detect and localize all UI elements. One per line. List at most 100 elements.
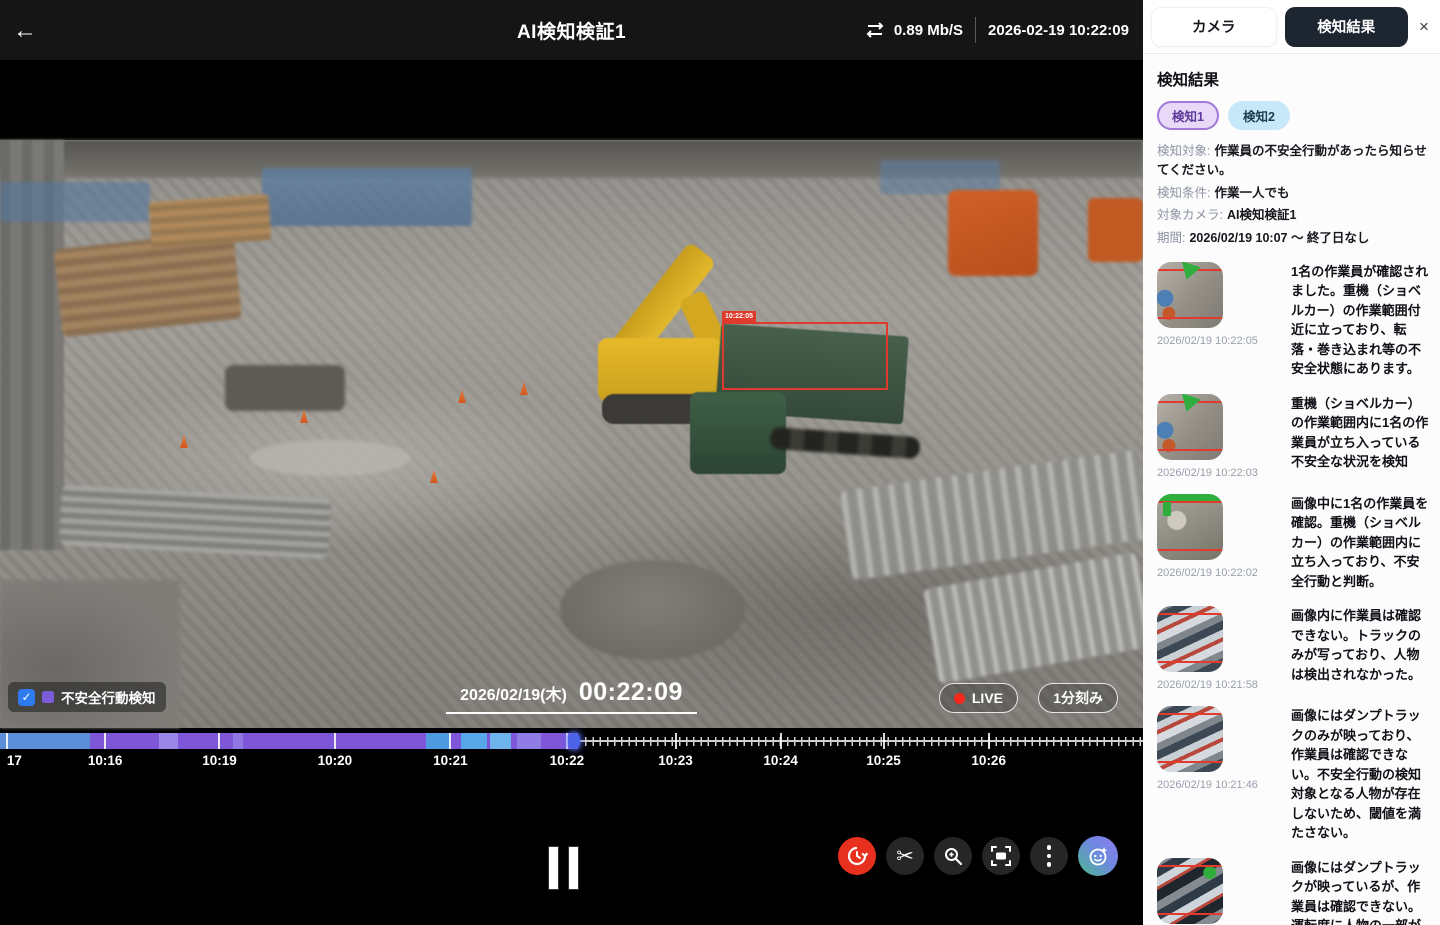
timeline-major-tick	[6, 733, 8, 749]
scene-shape	[149, 194, 272, 248]
timeline-scrubber[interactable]	[0, 733, 1143, 749]
excavator-marker-icon	[1177, 394, 1201, 415]
detection-description: 画像にはダンプトラックのみが映っており、作業員は確認できない。不安全行動の検知対…	[1291, 706, 1432, 843]
zoom-button[interactable]	[934, 837, 972, 875]
detection-thumbnail[interactable]	[1157, 394, 1223, 460]
timeline-playhead[interactable]	[568, 733, 580, 749]
interval-button[interactable]: 1分刻み	[1038, 683, 1118, 713]
playback-time: 00:22:09	[579, 678, 683, 707]
timeline-time-label: 10:24	[763, 753, 798, 768]
fullscreen-button[interactable]	[982, 837, 1020, 875]
detection-thumbnail[interactable]	[1157, 494, 1223, 560]
excavator-marker-icon	[1177, 262, 1201, 283]
detection-filter-pill[interactable]: 検知2	[1228, 101, 1290, 130]
scene-shape	[54, 231, 242, 337]
sidebar-tab[interactable]: 検知結果	[1285, 7, 1409, 47]
timeline-segment	[0, 733, 90, 749]
traffic-cone	[300, 410, 308, 423]
timeline-time-label: 10:22	[550, 753, 585, 768]
close-icon[interactable]: ×	[1416, 17, 1432, 37]
scene-shape	[250, 440, 410, 476]
timeline-major-tick	[988, 733, 990, 749]
detection-timestamp: 2026/02/19 10:21:46	[1157, 779, 1279, 791]
detection-box-label: 10:22:05	[722, 311, 756, 322]
timeline-time-label: 10:19	[202, 753, 237, 768]
detection-bounding-box: 10:22:05	[722, 322, 888, 390]
timeline-time-label: 10:23	[658, 753, 693, 768]
detection-timestamp: 2026/02/19 10:22:05	[1157, 335, 1279, 347]
timeline-segment	[233, 733, 243, 749]
timeline-segment	[426, 733, 450, 749]
top-datetime: 2026-02-19 10:22:09	[988, 22, 1129, 39]
detection-thumbnail[interactable]	[1157, 706, 1223, 772]
timeline-segment	[490, 733, 511, 749]
meta-row: 期間:2026/02/19 10:07 ～ 終了日なし	[1157, 229, 1432, 248]
detection-filter-pill[interactable]: 検知1	[1157, 101, 1219, 130]
fullscreen-icon	[990, 845, 1012, 867]
traffic-cone	[430, 470, 438, 483]
detection-result-item[interactable]: 2026/02/19 10:21:46 画像にはダンプトラックのみが映っており、…	[1157, 706, 1432, 843]
meta-row: 検知条件:作業一人でも	[1157, 184, 1432, 203]
timeline-time-label: 10:26	[971, 753, 1006, 768]
detection-toggle-label: 不安全行動検知	[61, 687, 156, 707]
live-button[interactable]: LIVE	[939, 683, 1018, 713]
bitrate: 0.89 Mb/S	[864, 22, 963, 39]
meta-label: 検知条件:	[1157, 186, 1210, 200]
detection-color-swatch	[42, 691, 54, 703]
pause-button[interactable]	[540, 845, 586, 891]
timeline-time-label: 10:20	[318, 753, 353, 768]
timeline-segment	[517, 733, 541, 749]
control-cluster: ✂	[838, 836, 1118, 876]
detection-result-item[interactable]: 2026/02/19 10:21:45 画像にはダンプトラックが映っているが、作…	[1157, 858, 1432, 925]
timeline-major-tick	[334, 733, 336, 749]
detection-result-item[interactable]: 2026/02/19 10:21:58 画像内に作業員は確認できない。トラックの…	[1157, 606, 1432, 691]
scaffold-rack	[923, 552, 1143, 684]
detection-sidebar: カメラ検知結果 × 検知結果 検知1検知2 検知対象:作業員の不安全行動があった…	[1143, 0, 1440, 925]
live-dot-icon	[954, 693, 965, 704]
detection-thumbnail[interactable]	[1157, 262, 1223, 328]
app-root: ← AI検知検証1 0.89 Mb/S 2026-02-19 10:22:09	[0, 0, 1440, 925]
sidebar-tab-bar: カメラ検知結果 ×	[1143, 0, 1440, 54]
detection-results-panel: 検知結果 検知1検知2 検知対象:作業員の不安全行動があったら知らせてください。…	[1143, 54, 1440, 925]
detection-layer-toggle[interactable]: ✓ 不安全行動検知	[8, 682, 166, 712]
detection-result-item[interactable]: 2026/02/19 10:22:03 重機（ショベルカー）の作業範囲内に1名の…	[1157, 394, 1432, 479]
meta-value: AI検知検証1	[1227, 208, 1296, 222]
detection-timestamp: 2026/02/19 10:22:02	[1157, 567, 1279, 579]
ai-assistant-button[interactable]	[1078, 836, 1118, 876]
video-player: ← AI検知検証1 0.89 Mb/S 2026-02-19 10:22:09	[0, 0, 1143, 925]
timeline-minor-ticks	[578, 737, 1143, 746]
playback-history-button[interactable]	[838, 837, 876, 875]
interval-label: 1分刻み	[1053, 688, 1103, 708]
more-options-button[interactable]	[1030, 837, 1068, 875]
kebab-icon	[1047, 845, 1052, 867]
pipe-stack	[59, 485, 332, 559]
divider	[975, 17, 976, 43]
scene-shape	[262, 168, 472, 226]
dump-truck-wheels	[769, 427, 920, 459]
timeline-labels: 1710:1610:1910:2010:2110:2210:2310:2410:…	[0, 753, 1143, 775]
meta-label: 対象カメラ:	[1157, 208, 1223, 222]
sidebar-tab[interactable]: カメラ	[1151, 7, 1277, 47]
detection-result-item[interactable]: 2026/02/19 10:22:05 1名の作業員が確認されました。重機（ショ…	[1157, 262, 1432, 379]
traffic-cone	[180, 435, 188, 448]
video-frame[interactable]: 10:22:05	[0, 140, 1143, 728]
traffic-cone	[458, 390, 466, 403]
detection-timestamp: 2026/02/19 10:21:58	[1157, 679, 1279, 691]
traffic-cone	[520, 382, 528, 395]
detection-thumbnail[interactable]	[1157, 606, 1223, 672]
checkbox-checked-icon[interactable]: ✓	[18, 689, 35, 706]
bitrate-value: 0.89 Mb/S	[894, 22, 963, 39]
scissors-icon: ✂	[896, 846, 914, 867]
clip-button[interactable]: ✂	[886, 837, 924, 875]
timeline-major-tick	[780, 733, 782, 749]
detection-description: 画像中に1名の作業員を確認。重機（ショベルカー）の作業範囲内に立ち入っており、不…	[1291, 494, 1432, 592]
scene-shape	[880, 160, 1000, 194]
excavator-marker-icon	[1163, 502, 1171, 516]
timeline-time-label: 17	[7, 753, 22, 768]
detection-result-item[interactable]: 2026/02/19 10:22:02 画像中に1名の作業員を確認。重機（ショベ…	[1157, 494, 1432, 592]
scene-shape	[0, 182, 150, 222]
detection-thumbnail[interactable]	[1157, 858, 1223, 924]
timeline-segment	[159, 733, 178, 749]
detection-timestamp: 2026/02/19 10:22:03	[1157, 467, 1279, 479]
orange-excavator	[948, 190, 1038, 276]
